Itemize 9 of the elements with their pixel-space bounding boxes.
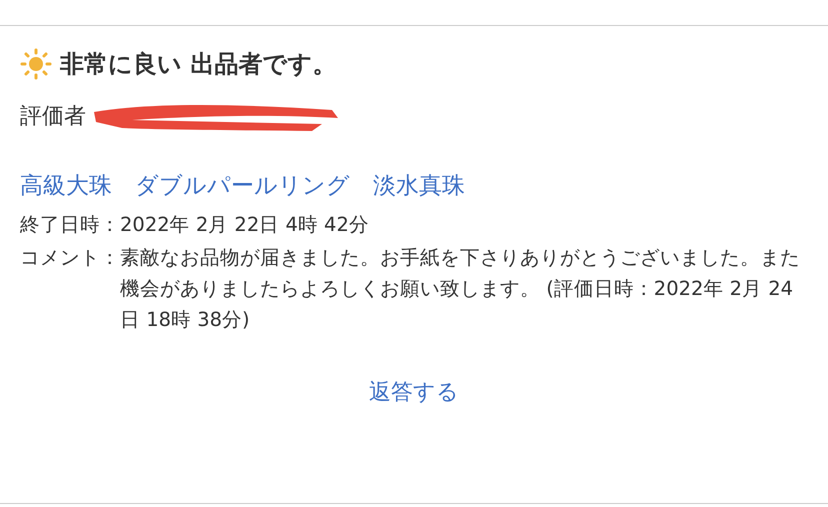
item-link[interactable]: 高級大珠 ダブルパールリング 淡水真珠 xyxy=(20,170,465,201)
reply-button[interactable]: 返答する xyxy=(365,373,463,411)
sun-icon xyxy=(20,48,52,80)
detail-value: 素敵なお品物が届きました。お手紙を下さりありがとうございました。また機会がありましたらよろしくお願い致します。 (評価日時：2022年 2月 24日 18時 38分) xyxy=(120,245,801,333)
detail-value: 2022年 2月 22日 4時 42分 xyxy=(120,212,370,238)
rating-title: 非常に良い 出品者です。 xyxy=(60,49,336,80)
reviewer-label: 評価者 xyxy=(20,103,86,131)
detail-label: 終了日時： xyxy=(20,212,120,238)
detail-label: コメント： xyxy=(20,245,120,271)
